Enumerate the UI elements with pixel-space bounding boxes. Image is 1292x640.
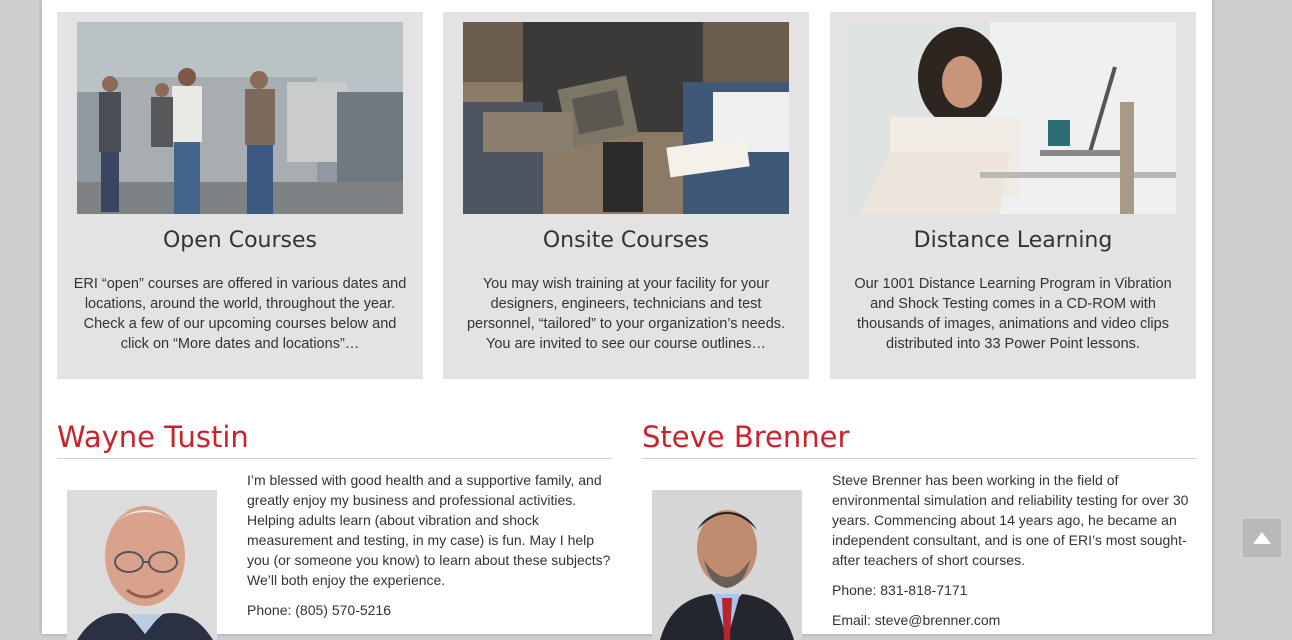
phone-number: Phone: 831-818-7171 xyxy=(832,582,968,598)
bio-text: Steve Brenner has been working in the fi… xyxy=(832,472,1189,568)
email-address[interactable]: Email: steve@brenner.com xyxy=(832,610,1200,630)
card-open-courses[interactable]: Open Courses ERI “open” courses are offe… xyxy=(57,12,423,379)
distance-learning-photo[interactable] xyxy=(850,22,1176,214)
scroll-to-top-button[interactable] xyxy=(1243,519,1281,557)
card-text: You may wish training at your facility f… xyxy=(466,276,786,352)
onsite-courses-photo[interactable] xyxy=(463,22,789,214)
card-onsite-courses[interactable]: Onsite Courses You may wish training at … xyxy=(443,12,809,379)
profile-steve-brenner: Steve Brenner Steve Brenner has been wor… xyxy=(642,418,1197,640)
card-text: Our 1001 Distance Learning Program in Vi… xyxy=(854,276,1172,352)
person-name: Steve Brenner xyxy=(642,418,1197,459)
card-distance-learning[interactable]: Distance Learning Our 1001 Distance Lear… xyxy=(830,12,1196,379)
person-name: Wayne Tustin xyxy=(57,418,612,459)
page-content: Open Courses ERI “open” courses are offe… xyxy=(42,0,1212,640)
person-bio: I’m blessed with good health and a suppo… xyxy=(247,470,615,630)
bio-text: I’m blessed with good health and a suppo… xyxy=(247,472,611,588)
card-text: ERI “open” courses are offered in variou… xyxy=(73,276,407,352)
arrow-up-icon xyxy=(1253,532,1271,544)
card-title[interactable]: Distance Learning xyxy=(830,228,1196,253)
steve-brenner-portrait xyxy=(652,490,802,640)
person-bio: Steve Brenner has been working in the fi… xyxy=(832,470,1200,640)
wayne-tustin-portrait xyxy=(67,490,217,640)
open-courses-photo[interactable] xyxy=(77,22,403,214)
profile-wayne-tustin: Wayne Tustin I’m blessed with good healt… xyxy=(57,418,612,640)
phone-number: Phone: (805) 570-5216 xyxy=(247,602,391,618)
card-title[interactable]: Open Courses xyxy=(57,228,423,253)
card-title[interactable]: Onsite Courses xyxy=(443,228,809,253)
